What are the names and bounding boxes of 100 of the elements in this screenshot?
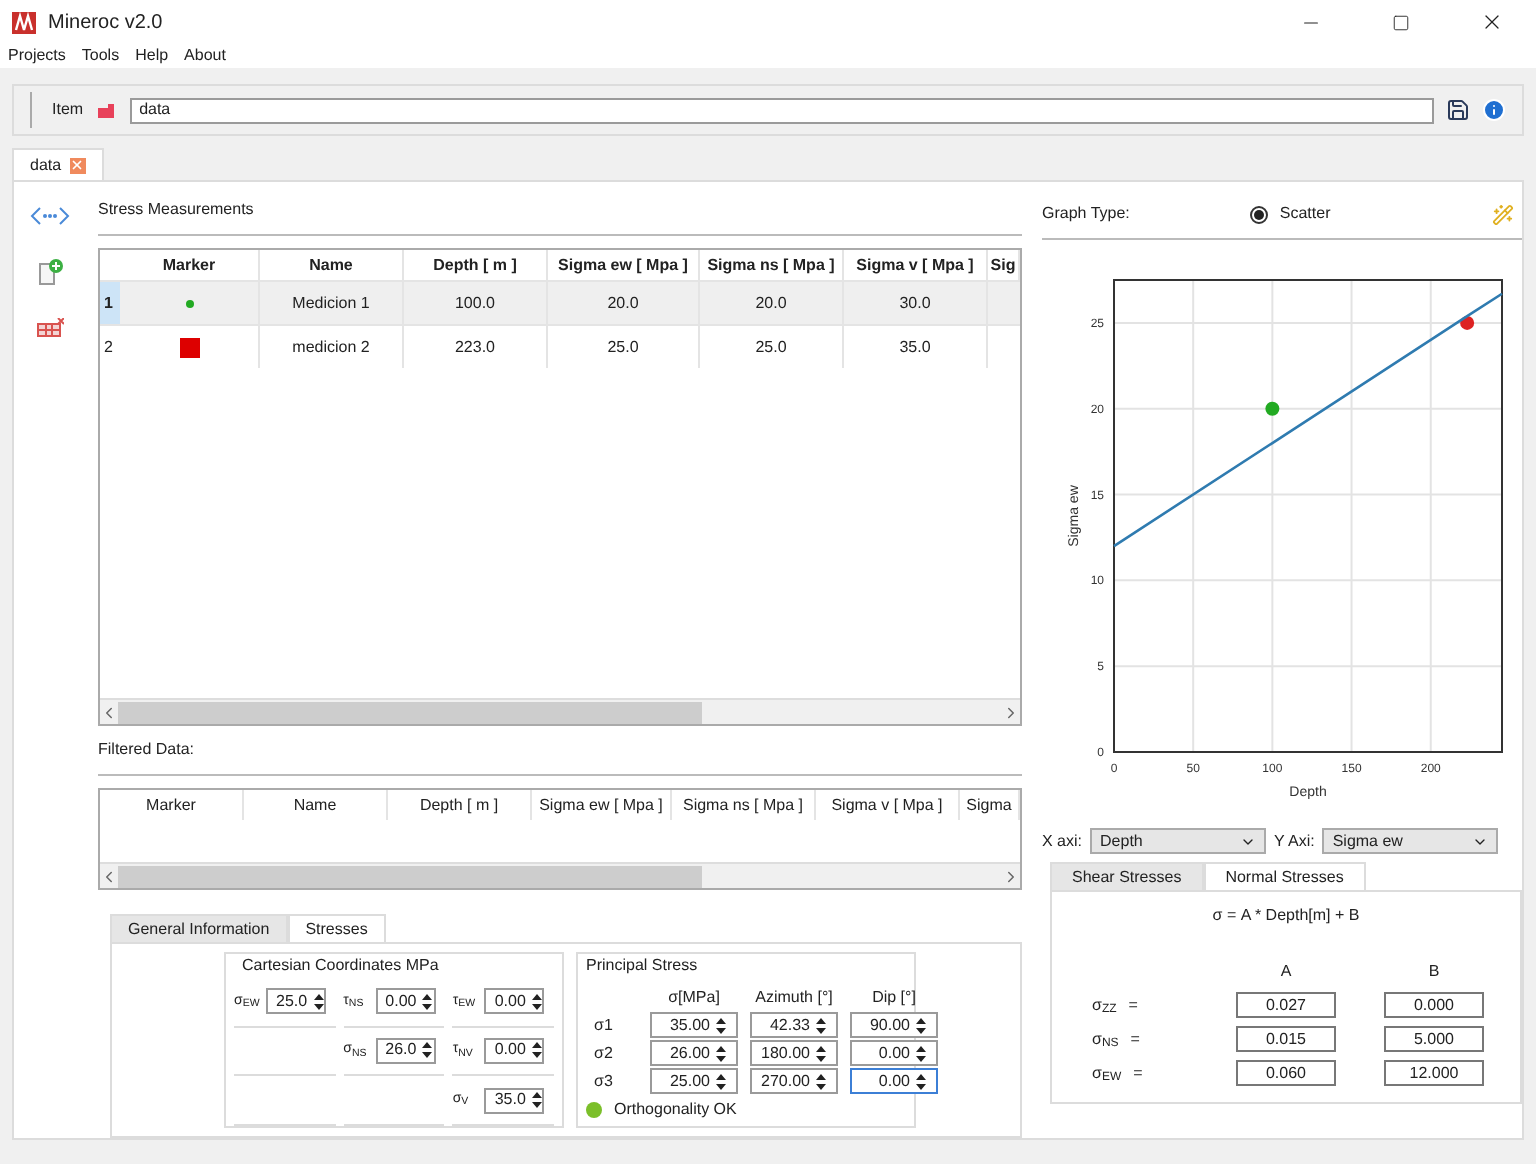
item-label: Item [52,98,84,122]
row-label: σ$_{ZZ}$ [1092,993,1117,1017]
scrollbar[interactable] [100,862,1020,888]
spin-arrows-icon[interactable] [420,991,435,1012]
spin-box[interactable]: 0.00 [850,1040,938,1066]
y-axis-dropdown[interactable]: Sigma ew [1322,828,1499,854]
row-label: σ$_{EW}$ [1092,1061,1122,1085]
column-header: A [1278,960,1294,984]
stress-tab[interactable]: Normal Stresses [1203,862,1366,890]
spin-box[interactable]: 270.00 [750,1068,838,1094]
maximize-icon [1392,13,1410,31]
stress-tab[interactable]: Shear Stresses [1050,862,1204,890]
spin-arrows-icon[interactable] [420,1040,435,1061]
value-field[interactable]: 0.060 [1236,1060,1336,1086]
code-brackets-icon[interactable] [30,206,70,226]
x-axis-dropdown[interactable]: Depth [1090,828,1267,854]
column-header: B [1426,960,1442,984]
column-header[interactable]: Sigma ns [ Mpa ] [672,790,816,820]
spin-arrows-icon[interactable] [814,1071,828,1091]
scroll-left-icon[interactable] [100,703,118,721]
spin-box[interactable]: 0.00 [850,1068,938,1094]
column-header: Dip [°] [870,986,918,1010]
spin-box[interactable]: 35.0 [484,1087,545,1114]
column-header[interactable]: Name [244,790,388,820]
save-icon[interactable] [1446,98,1470,122]
table-cell: 25.0 [548,326,700,368]
add-document-icon[interactable] [36,258,64,286]
spin-arrows-icon[interactable] [714,1015,728,1035]
spin-box[interactable]: 26.0 [375,1037,436,1064]
info-icon[interactable] [1482,98,1506,122]
item-field[interactable]: data [129,97,1434,123]
radio-button[interactable] [1249,205,1268,223]
spin-arrows-icon[interactable] [914,1071,928,1091]
spin-arrows-icon[interactable] [814,1043,828,1063]
column-header: σ[MPa] [666,986,722,1010]
spin-arrows-icon[interactable] [714,1043,728,1063]
menu-item[interactable]: About [184,44,226,68]
column-header[interactable]: Sigma [960,790,1020,820]
spin-box[interactable]: 0.00 [484,988,545,1015]
spin-arrows-icon[interactable] [914,1043,928,1063]
row-label: σ$_{NS}$ [1092,1027,1119,1051]
column-header: Azimuth [°] [753,986,835,1010]
scroll-right-icon[interactable] [1002,867,1020,885]
equals-sign: = [1128,993,1138,1017]
app-logo-icon [12,11,36,33]
scrollbar[interactable] [100,698,1020,724]
spin-box[interactable]: 180.00 [750,1040,838,1066]
column-header[interactable]: Sigma v [ Mpa ] [816,790,960,820]
spin-box[interactable]: 0.00 [484,1037,545,1064]
row-label: σ1 [594,1013,615,1037]
spin-arrows-icon[interactable] [814,1015,828,1035]
section-title: Stress Measurements [98,198,256,222]
spin-box[interactable]: 42.33 [750,1012,838,1038]
document-tab[interactable]: data [12,148,104,180]
row-number[interactable]: 1 [100,282,120,324]
column-header[interactable]: Marker [100,790,244,820]
spin-arrows-icon[interactable] [914,1015,928,1035]
axis-selector-label: Y Axi: [1274,829,1315,853]
scroll-left-icon[interactable] [100,867,118,885]
radio-option[interactable]: Scatter [1249,202,1331,226]
menu-item[interactable]: Help [135,44,169,68]
value-field[interactable]: 12.000 [1384,1060,1484,1086]
value-field[interactable]: 0.000 [1384,992,1484,1018]
menu-item[interactable]: Tools [81,44,120,68]
graph-type-label: Graph Type: [1042,202,1130,226]
spin-arrows-icon[interactable] [529,1090,544,1111]
row-label: σ3 [594,1069,615,1093]
spin-arrows-icon[interactable] [714,1071,728,1091]
column-header[interactable]: Sigma ew [ Mpa ] [532,790,672,820]
table-cell: 223.0 [404,326,548,368]
table-cell: 25.0 [700,326,844,368]
value-field[interactable]: 5.000 [1384,1026,1484,1052]
value-field[interactable]: 0.027 [1236,992,1336,1018]
spin-box[interactable]: 25.00 [650,1068,738,1094]
detail-tab[interactable]: General Information [110,914,288,942]
spin-box[interactable]: 90.00 [850,1012,938,1038]
spin-arrows-icon[interactable] [529,991,544,1012]
table-row[interactable]: 2 medicion 2 223.0 25.0 25.0 35.0 [100,324,1020,368]
spin-box[interactable]: 26.00 [650,1040,738,1066]
spin-box[interactable]: 35.00 [650,1012,738,1038]
table-row[interactable]: 1 Medicion 1 100.0 20.0 20.0 30.0 [100,280,1020,324]
value-field[interactable]: 0.015 [1236,1026,1336,1052]
table-cell: 35.0 [844,326,988,368]
delete-table-icon[interactable] [36,318,64,338]
spin-arrows-icon[interactable] [529,1040,544,1061]
scrollbar-thumb[interactable] [118,865,702,887]
scrollbar-thumb[interactable] [118,701,702,723]
section-title: Filtered Data: [98,738,197,762]
spin-box[interactable]: 0.00 [375,988,436,1015]
menu-item[interactable]: Projects [8,44,66,68]
axis-selector-label: X axi: [1042,829,1083,853]
column-header[interactable]: Depth [ m ] [388,790,532,820]
table-cell: medicion 2 [260,326,404,368]
scroll-right-icon[interactable] [1002,703,1020,721]
spin-box[interactable]: 25.0 [266,988,326,1015]
group-title: Cartesian Coordinates MPa [240,954,441,978]
spin-arrows-icon[interactable] [311,991,326,1012]
group-title: Principal Stress [586,954,700,978]
equals-sign: = [1130,1027,1140,1051]
detail-tab[interactable]: Stresses [287,914,386,942]
